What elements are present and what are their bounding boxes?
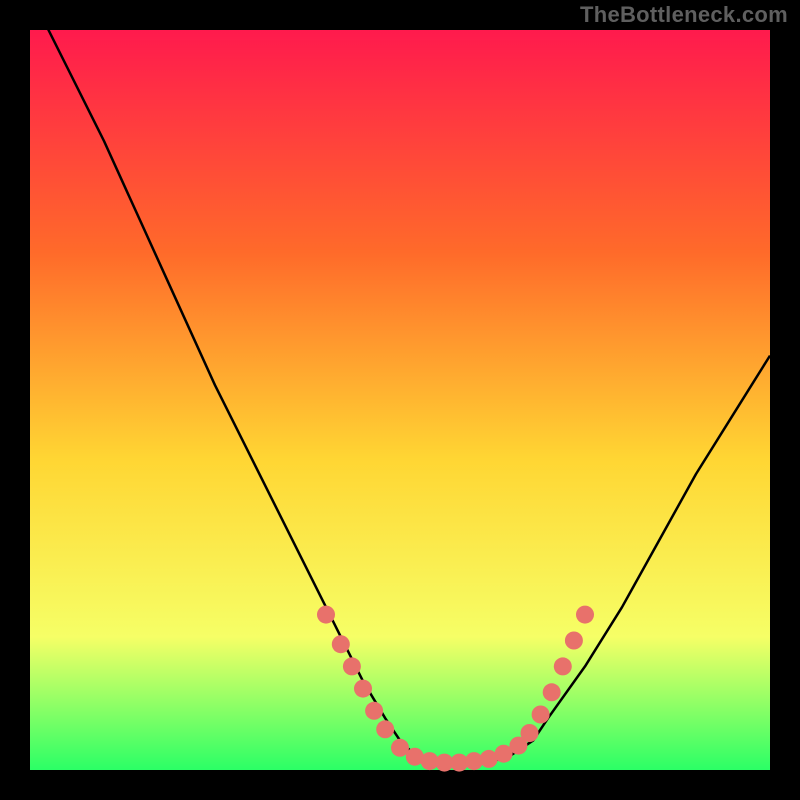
plot-background xyxy=(30,30,770,770)
valley-marker xyxy=(554,657,572,675)
valley-marker xyxy=(543,683,561,701)
valley-marker xyxy=(521,724,539,742)
valley-marker xyxy=(343,657,361,675)
valley-marker xyxy=(365,702,383,720)
valley-marker xyxy=(354,680,372,698)
valley-marker xyxy=(376,720,394,738)
valley-marker xyxy=(576,606,594,624)
chart-frame: TheBottleneck.com xyxy=(0,0,800,800)
watermark-text: TheBottleneck.com xyxy=(580,2,788,28)
valley-marker xyxy=(532,706,550,724)
valley-marker xyxy=(332,635,350,653)
valley-marker xyxy=(565,632,583,650)
bottleneck-chart xyxy=(0,0,800,800)
valley-marker xyxy=(317,606,335,624)
